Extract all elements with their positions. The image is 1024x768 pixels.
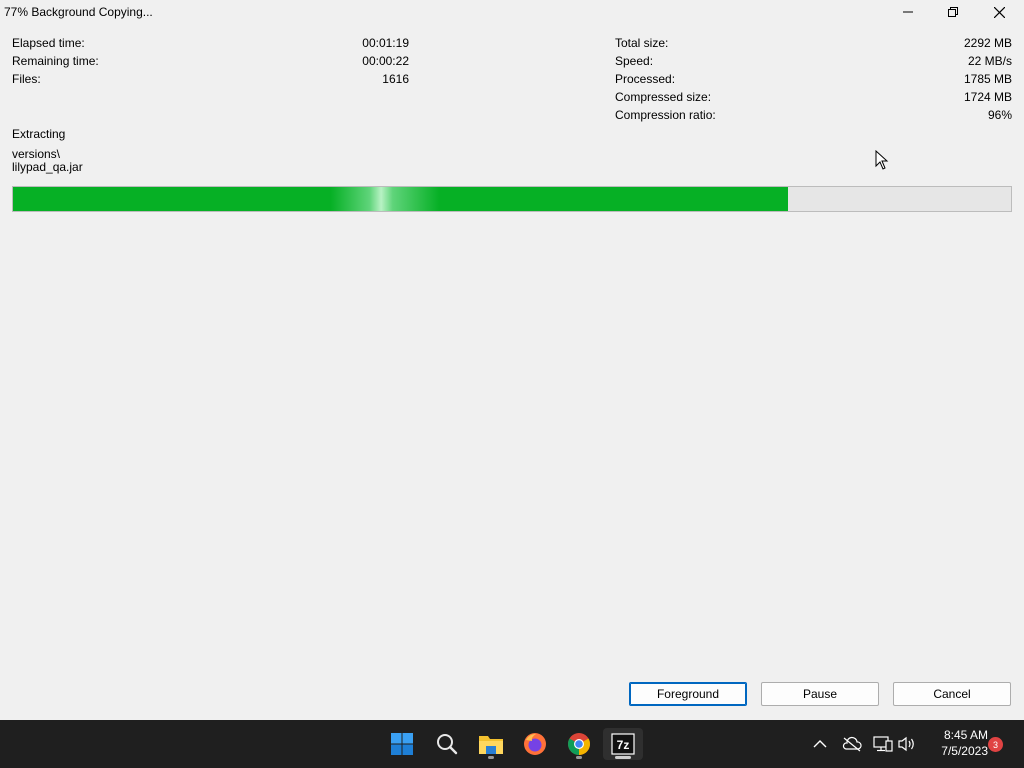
clock-time: 8:45 AM: [943, 728, 988, 742]
search-icon[interactable]: [427, 728, 467, 760]
foreground-button[interactable]: Foreground: [629, 682, 747, 706]
compression-ratio-value: 96%: [987, 108, 1012, 122]
total-size-value: 2292 MB: [963, 36, 1012, 50]
progress-dialog: 77% Background Copying... Elapsed time: …: [0, 0, 1024, 720]
operation-status: Extracting: [12, 127, 66, 141]
speaker-icon[interactable]: [895, 732, 919, 756]
minimize-button[interactable]: [885, 0, 931, 24]
files-label: Files:: [12, 72, 41, 86]
mouse-cursor-icon: [875, 150, 889, 170]
current-folder: versions\: [12, 147, 61, 161]
taskbar: 7z: [0, 720, 1024, 768]
network-icon[interactable]: [871, 732, 895, 756]
remaining-time-value: 00:00:22: [362, 54, 409, 68]
clock-date: 7/5/2023: [941, 744, 988, 758]
firefox-icon[interactable]: [515, 728, 555, 760]
compressed-size-value: 1724 MB: [963, 90, 1012, 104]
restore-button[interactable]: [930, 0, 976, 24]
compression-ratio-label: Compression ratio:: [615, 108, 716, 122]
chrome-icon[interactable]: [559, 728, 599, 760]
restore-icon: [948, 7, 958, 17]
speed-label: Speed:: [615, 54, 654, 68]
compressed-size-label: Compressed size:: [615, 90, 712, 104]
file-explorer-running-indicator: [488, 756, 494, 759]
close-button[interactable]: [976, 0, 1022, 24]
windows-start-icon[interactable]: [382, 728, 422, 760]
elapsed-time-value: 00:01:19: [362, 36, 409, 50]
7zip-active-indicator: [615, 756, 631, 759]
pause-button[interactable]: Pause: [761, 682, 879, 706]
files-value: 1616: [382, 72, 409, 86]
processed-label: Processed:: [615, 72, 676, 86]
current-file: lilypad_qa.jar: [12, 160, 83, 174]
window-title: 77% Background Copying...: [4, 5, 153, 19]
title-bar[interactable]: 77% Background Copying...: [0, 0, 1024, 24]
chrome-running-indicator: [576, 756, 582, 759]
svg-text:7z: 7z: [617, 738, 630, 752]
minimize-icon: [903, 11, 913, 13]
processed-value: 1785 MB: [963, 72, 1012, 86]
speed-value: 22 MB/s: [967, 54, 1012, 68]
file-explorer-icon[interactable]: [471, 728, 511, 760]
progress-bar: [12, 186, 1012, 212]
cancel-button[interactable]: Cancel: [893, 682, 1011, 706]
notification-badge[interactable]: 3: [988, 737, 1003, 752]
elapsed-time-label: Elapsed time:: [12, 36, 85, 50]
cloud-off-icon[interactable]: [840, 732, 864, 756]
7zip-icon[interactable]: 7z: [603, 728, 643, 760]
remaining-time-label: Remaining time:: [12, 54, 99, 68]
chevron-up-icon[interactable]: [808, 732, 832, 756]
progress-fill: [13, 187, 789, 211]
total-size-label: Total size:: [615, 36, 669, 50]
taskbar-clock[interactable]: 8:45 AM 7/5/2023: [926, 727, 988, 759]
close-icon: [993, 6, 1005, 18]
